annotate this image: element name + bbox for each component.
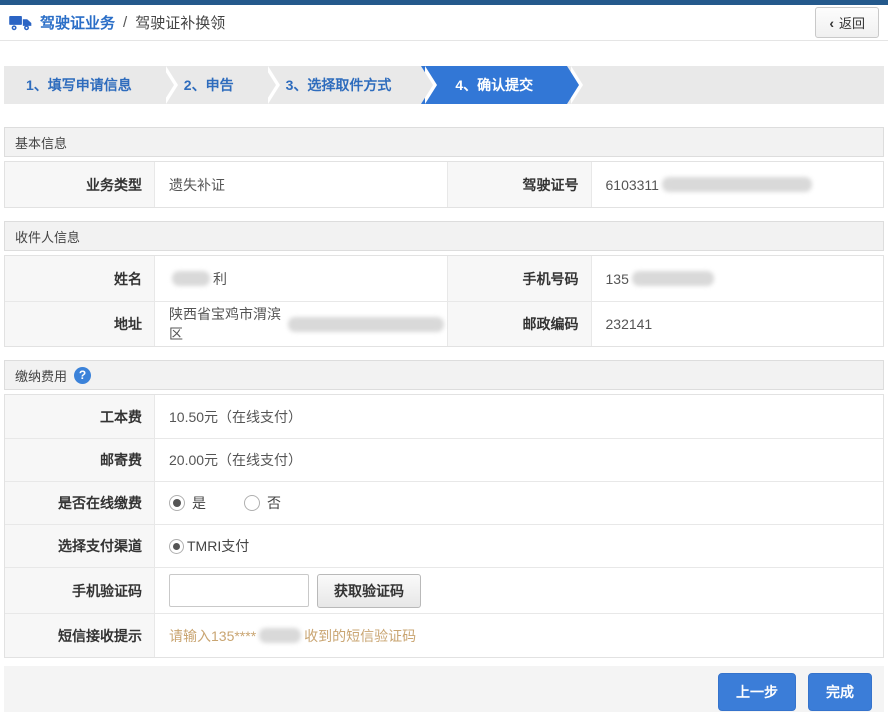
table-row: 短信接收提示 请输入135**** 收到的短信验证码 — [5, 613, 883, 657]
radio-no-label[interactable]: 否 — [267, 493, 281, 513]
redacted-phone — [631, 271, 714, 286]
radio-online-yes[interactable] — [169, 495, 185, 511]
step-2-label: 2、申告 — [183, 77, 234, 93]
recipient-info-title: 收件人信息 — [15, 229, 81, 245]
step-3-label: 3、选择取件方式 — [285, 77, 392, 93]
table-row: 业务类型 遗失补证 驾驶证号 6103311 — [5, 162, 883, 207]
step-4-confirm-submit[interactable]: 4、确认提交 — [421, 66, 583, 104]
online-payment-label: 是否在线缴费 — [5, 482, 155, 524]
step-4-label: 4、确认提交 — [455, 77, 534, 93]
back-button-label: 返回 — [838, 16, 865, 31]
sms-hint-label: 短信接收提示 — [5, 614, 155, 657]
radio-tmri-pay[interactable] — [169, 538, 184, 554]
finish-button[interactable]: 完成 — [808, 673, 872, 711]
radio-yes-label[interactable]: 是 — [192, 493, 206, 513]
radio-online-no[interactable] — [244, 495, 260, 511]
sms-hint-suffix: 收到的短信验证码 — [304, 627, 417, 644]
license-number-value: 6103311 — [592, 162, 884, 207]
work-fee-value: 10.50元（在线支付） — [169, 408, 303, 425]
sms-code-input[interactable] — [169, 574, 309, 607]
redacted-sms-phone — [259, 628, 302, 643]
license-number-label: 驾驶证号 — [446, 162, 592, 207]
back-chevron-icon: ‹ — [829, 14, 834, 31]
online-payment-options: 是 否 — [155, 482, 883, 524]
truck-icon — [9, 15, 32, 31]
business-type-label: 业务类型 — [5, 162, 155, 207]
radio-tmri-label[interactable]: TMRI支付 — [187, 536, 249, 556]
sms-code-field: 获取验证码 — [155, 568, 883, 613]
payment-channel-options: TMRI支付 — [155, 525, 883, 567]
payment-title: 缴纳费用 — [15, 368, 68, 384]
payment-section: 缴纳费用 ? 工本费 10.50元（在线支付） 邮寄费 20.00元（在线支付）… — [4, 360, 884, 658]
payment-channel-label: 选择支付渠道 — [5, 525, 155, 567]
step-3-pickup-method[interactable]: 3、选择取件方式 — [263, 66, 438, 104]
help-icon[interactable]: ? — [74, 366, 92, 384]
work-fee-label: 工本费 — [5, 395, 155, 438]
license-number-visible: 6103311 — [605, 176, 659, 193]
redacted-license-number — [661, 177, 812, 192]
sms-hint-value: 请输入135**** 收到的短信验证码 — [155, 614, 883, 657]
page-title: 驾驶证业务 — [40, 15, 116, 32]
postage-fee-label: 邮寄费 — [5, 439, 155, 481]
address-visible: 陕西省宝鸡市渭滨区 — [169, 306, 281, 342]
table-row: 工本费 10.50元（在线支付） — [5, 395, 883, 438]
get-code-button[interactable]: 获取验证码 — [317, 573, 421, 608]
sms-hint-prefix: 请输入135**** — [169, 627, 257, 644]
name-value: 利 — [155, 256, 447, 301]
name-visible: 利 — [213, 270, 227, 287]
postcode-value: 232141 — [605, 316, 653, 332]
phone-label: 手机号码 — [446, 256, 592, 301]
postcode-label: 邮政编码 — [446, 302, 592, 346]
table-row: 邮寄费 20.00元（在线支付） — [5, 438, 883, 481]
step-1-label: 1、填写申请信息 — [26, 77, 132, 93]
phone-visible: 135 — [605, 270, 629, 287]
table-row: 姓名 利 手机号码 135 — [5, 256, 883, 301]
table-row: 地址 陕西省宝鸡市渭滨区 邮政编码 232141 — [5, 301, 883, 346]
page-subtitle: 驾驶证补换领 — [135, 15, 226, 32]
title-separator: / — [123, 14, 128, 31]
step-bar: 1、填写申请信息 2、申告 3、选择取件方式 4、确认提交 — [4, 66, 884, 104]
phone-value: 135 — [592, 256, 884, 301]
basic-info-header: 基本信息 — [4, 127, 884, 157]
name-label: 姓名 — [5, 256, 155, 301]
redacted-name — [172, 271, 210, 286]
table-row: 选择支付渠道 TMRI支付 — [5, 524, 883, 567]
recipient-info-header: 收件人信息 — [4, 221, 884, 251]
business-type-value: 遗失补证 — [169, 176, 225, 193]
table-row: 是否在线缴费 是 否 — [5, 481, 883, 524]
footer-action-bar: 上一步 完成 — [4, 666, 884, 712]
basic-info-title: 基本信息 — [15, 135, 68, 151]
redacted-address — [287, 316, 444, 332]
previous-step-button[interactable]: 上一步 — [718, 673, 796, 711]
address-label: 地址 — [5, 302, 155, 346]
page-header: 驾驶证业务 / 驾驶证补换领 ‹ 返回 — [0, 5, 888, 41]
step-1-fill-info[interactable]: 1、填写申请信息 — [4, 66, 178, 104]
payment-header: 缴纳费用 ? — [4, 360, 884, 390]
table-row: 手机验证码 获取验证码 — [5, 567, 883, 613]
basic-info-section: 基本信息 业务类型 遗失补证 驾驶证号 6103311 — [4, 127, 884, 208]
back-button[interactable]: ‹ 返回 — [815, 7, 879, 38]
postage-fee-value: 20.00元（在线支付） — [169, 452, 303, 468]
address-value: 陕西省宝鸡市渭滨区 — [155, 302, 447, 346]
sms-code-label: 手机验证码 — [5, 568, 155, 613]
recipient-info-section: 收件人信息 姓名 利 手机号码 135 地址 陕西省宝鸡市渭滨区 邮政编码 23… — [4, 221, 884, 347]
